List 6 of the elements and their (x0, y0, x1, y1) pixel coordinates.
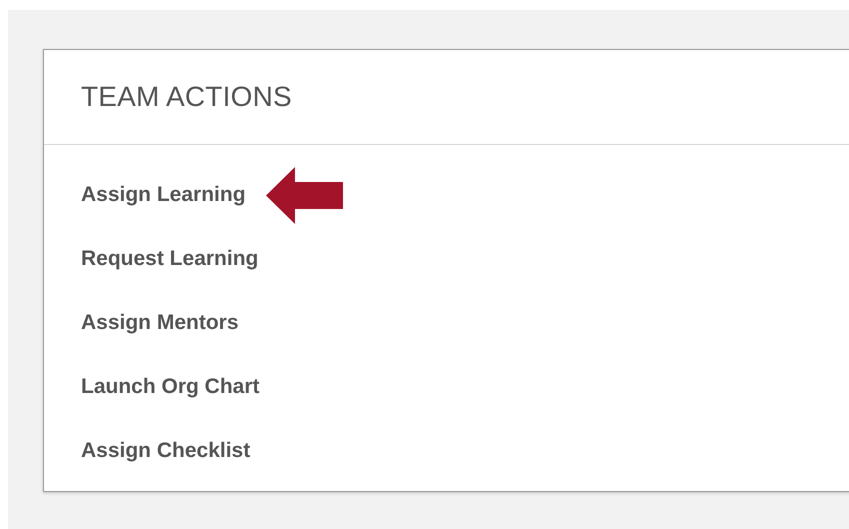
action-link[interactable]: Assign Mentors (81, 311, 239, 335)
action-link[interactable]: Assign Learning (81, 183, 246, 207)
action-link[interactable]: Request Learning (81, 247, 258, 271)
action-link[interactable]: Assign Checklist (81, 439, 250, 463)
action-link[interactable]: Launch Org Chart (81, 375, 260, 399)
card-title: TEAM ACTIONS (81, 81, 292, 113)
